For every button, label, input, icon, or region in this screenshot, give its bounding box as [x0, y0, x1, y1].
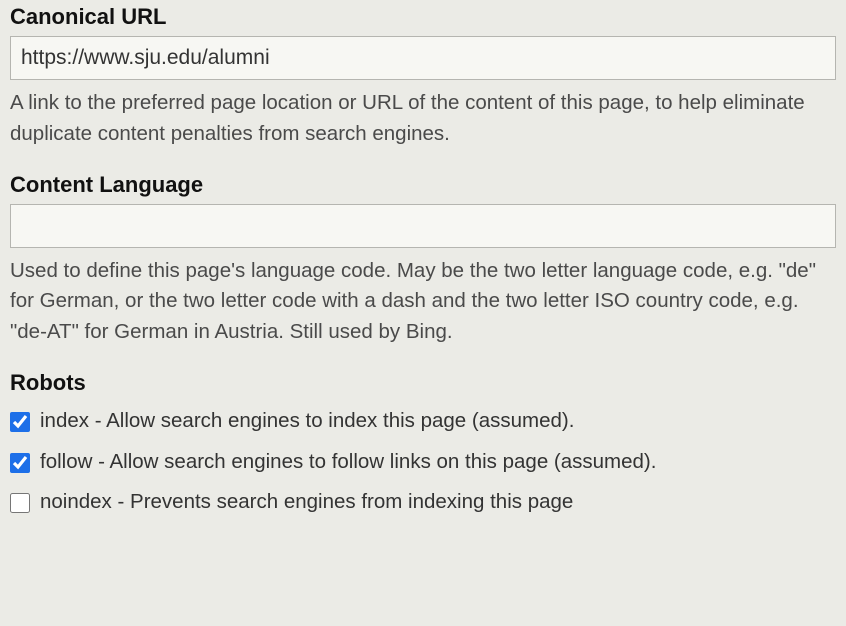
robots-label: Robots	[10, 370, 836, 396]
canonical-url-input[interactable]	[10, 36, 836, 80]
robots-option-index: index - Allow search engines to index th…	[10, 406, 836, 437]
content-language-input[interactable]	[10, 204, 836, 248]
robots-checkbox-index[interactable]	[10, 412, 30, 432]
robots-option-label: noindex - Prevents search engines from i…	[40, 487, 836, 518]
robots-checkbox-noindex[interactable]	[10, 493, 30, 513]
content-language-label: Content Language	[10, 172, 836, 198]
robots-option-noindex: noindex - Prevents search engines from i…	[10, 487, 836, 518]
canonical-url-help: A link to the preferred page location or…	[10, 88, 836, 150]
robots-option-label: index - Allow search engines to index th…	[40, 406, 836, 437]
robots-options: index - Allow search engines to index th…	[10, 406, 836, 518]
content-language-help: Used to define this page's language code…	[10, 256, 836, 348]
robots-option-label: follow - Allow search engines to follow …	[40, 447, 836, 478]
canonical-url-label: Canonical URL	[10, 4, 836, 30]
robots-option-follow: follow - Allow search engines to follow …	[10, 447, 836, 478]
robots-checkbox-follow[interactable]	[10, 453, 30, 473]
